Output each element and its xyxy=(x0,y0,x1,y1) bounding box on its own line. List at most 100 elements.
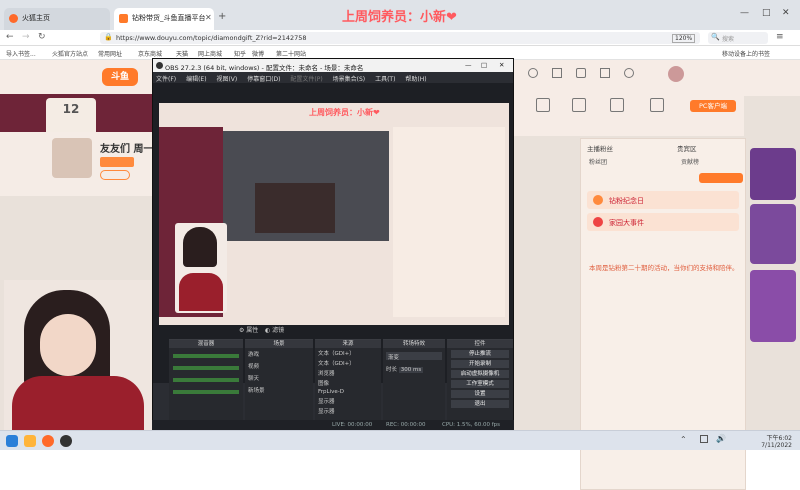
transition-select[interactable]: 渐变 xyxy=(386,352,442,361)
maximize-icon[interactable]: □ xyxy=(762,8,771,18)
minimize-icon[interactable]: — xyxy=(740,8,749,18)
tray-arrow-icon[interactable]: ⌃ xyxy=(680,435,687,444)
stop-streaming-button[interactable]: 停止推流 xyxy=(451,350,509,358)
filters-button[interactable]: ◐ 滤镜 xyxy=(265,325,284,334)
volume-icon[interactable]: 🔊 xyxy=(716,434,726,443)
obs-minimize-icon[interactable]: — xyxy=(465,61,472,69)
bookmark-item[interactable]: 网上商城 xyxy=(198,49,222,58)
bookmark-item[interactable]: 知乎 xyxy=(234,49,246,58)
recharge-button[interactable] xyxy=(699,173,743,183)
cpu-usage: CPU: 1.5%, 60.00 fps xyxy=(442,422,501,428)
panel-header-tab[interactable]: 主播粉丝 xyxy=(587,143,613,153)
settings-button[interactable]: 设置 xyxy=(451,390,509,398)
studio-mode-button[interactable]: 工作室模式 xyxy=(451,380,509,388)
zoom-badge[interactable]: 120% xyxy=(672,34,696,43)
bookmark-item[interactable]: 火狐官方站点 xyxy=(52,49,88,58)
scene-item[interactable]: 视频 xyxy=(245,360,313,372)
history-icon[interactable] xyxy=(528,68,538,78)
scene-item[interactable]: 新场景 xyxy=(245,384,313,396)
new-tab-icon[interactable]: + xyxy=(218,11,226,22)
exit-button[interactable]: 退出 xyxy=(451,400,509,408)
bookmark-item[interactable]: 第二十网站 xyxy=(276,49,306,58)
source-item[interactable]: 浏览器 xyxy=(315,368,381,378)
audio-meter xyxy=(173,378,239,382)
pc-client-button[interactable]: PC客户端 xyxy=(690,100,736,112)
source-item[interactable]: 显示器 xyxy=(315,406,381,416)
rec-timer: REC: 00:00:00 xyxy=(386,422,426,428)
obs-menu-edit[interactable]: 编辑(E) xyxy=(186,76,206,83)
video-icon[interactable] xyxy=(576,68,586,78)
card-events[interactable]: 家园大事件 xyxy=(587,213,739,231)
transitions-title: 转场特效 xyxy=(383,340,445,348)
virtual-camera-button[interactable]: 启动虚拟摄像机 xyxy=(451,370,509,378)
panel-header-tab[interactable]: 贵宾区 xyxy=(677,143,697,153)
panel-tab[interactable]: 贡献榜 xyxy=(681,157,699,166)
message-icon[interactable] xyxy=(600,68,610,78)
obs-menu-docks[interactable]: 停靠窗口(D) xyxy=(247,76,280,83)
back-icon[interactable]: ← xyxy=(6,32,14,42)
source-item[interactable]: 文本（GDI+） xyxy=(315,358,381,368)
tab-firefox-home[interactable]: 火狐主页 xyxy=(4,8,110,30)
obs-maximize-icon[interactable]: □ xyxy=(481,61,487,69)
scene-item[interactable]: 游戏 xyxy=(245,348,313,360)
gift-icon[interactable] xyxy=(536,98,550,112)
controls-title: 控件 xyxy=(447,340,513,348)
menu-icon[interactable]: ≡ xyxy=(776,32,784,42)
duration-input[interactable]: 300 ms xyxy=(398,367,424,373)
live-timer: LIVE: 00:00:00 xyxy=(332,422,373,428)
webcam-overlay xyxy=(4,280,168,430)
settings-icon[interactable] xyxy=(650,98,664,112)
source-item[interactable]: 文本（GDI+） xyxy=(315,348,381,358)
obs-menu-help[interactable]: 帮助(H) xyxy=(405,76,426,83)
douyu-logo-icon[interactable]: 斗鱼 xyxy=(102,68,138,86)
source-item[interactable]: 显示器 xyxy=(315,396,381,406)
source-item[interactable]: 图像 xyxy=(315,378,381,388)
mobile-bookmarks[interactable]: 移动设备上的书签 xyxy=(722,49,770,58)
obs-taskbar-icon[interactable] xyxy=(60,435,72,447)
download-icon[interactable] xyxy=(624,68,634,78)
avatar[interactable] xyxy=(668,66,684,82)
start-recording-button[interactable]: 开始录制 xyxy=(451,360,509,368)
obs-menubar: 文件(F) 编辑(E) 视图(V) 停靠窗口(D) 配置文件(P) 场景集合(S… xyxy=(153,72,513,83)
obs-menu-profile[interactable]: 配置文件(P) xyxy=(290,76,322,83)
scene-item[interactable]: 聊天 xyxy=(245,372,313,384)
follow-icon[interactable] xyxy=(552,68,562,78)
properties-button[interactable]: ⚙ 属性 xyxy=(239,325,258,334)
promo-banner-2[interactable] xyxy=(750,204,796,264)
forward-icon[interactable]: → xyxy=(22,32,30,42)
bookmark-item[interactable]: 天猫 xyxy=(176,49,188,58)
promo-banner-3[interactable] xyxy=(750,270,796,342)
task-icon[interactable] xyxy=(610,98,624,112)
url-field[interactable]: 🔒 https://www.douyu.com/topic/diamondgif… xyxy=(100,32,700,44)
card-anniversary[interactable]: 钻粉纪念日 xyxy=(587,191,739,209)
file-explorer-icon[interactable] xyxy=(24,435,36,447)
windows-start-icon[interactable] xyxy=(6,435,18,447)
bookmark-item[interactable]: 微博 xyxy=(252,49,264,58)
clock[interactable]: 下午6:02 7/11/2022 xyxy=(748,433,792,449)
close-tab-icon[interactable]: ✕ xyxy=(205,13,212,22)
source-item[interactable]: FrpLive-D xyxy=(315,388,381,396)
bookmark-item[interactable]: 导入书签... xyxy=(6,49,36,58)
share-icon[interactable] xyxy=(572,98,586,112)
obs-preview-area[interactable]: 上周饲养员：小新❤ xyxy=(153,83,513,383)
firefox-taskbar-icon[interactable] xyxy=(42,435,54,447)
panel-tab[interactable]: 粉丝团 xyxy=(589,157,607,166)
obs-close-icon[interactable]: ✕ xyxy=(499,61,504,69)
bookmark-item[interactable]: 常用网址 xyxy=(98,49,122,58)
obs-menu-file[interactable]: 文件(F) xyxy=(156,76,176,83)
close-window-icon[interactable]: ✕ xyxy=(782,8,790,18)
reload-icon[interactable]: ↻ xyxy=(38,32,46,42)
obs-menu-view[interactable]: 视图(V) xyxy=(216,76,237,83)
obs-menu-tools[interactable]: 工具(T) xyxy=(375,76,395,83)
follow-button[interactable] xyxy=(100,170,130,180)
bookmark-item[interactable]: 京东商城 xyxy=(138,49,162,58)
sources-dock: 来源 文本（GDI+） 文本（GDI+） 浏览器 图像 FrpLive-D 显示… xyxy=(315,339,381,429)
tab-label: 钻粉带货_斗鱼直播平台 xyxy=(132,14,206,22)
network-icon[interactable] xyxy=(700,435,708,443)
tab-douyu[interactable]: 钻粉带货_斗鱼直播平台 xyxy=(114,8,214,30)
promo-banner-1[interactable] xyxy=(750,148,796,200)
preview-webcam xyxy=(175,223,227,313)
headline: 友友们 周一 xyxy=(100,144,154,155)
search-field[interactable]: 🔍 搜索 xyxy=(708,32,768,44)
obs-menu-scene-collection[interactable]: 场景集合(S) xyxy=(333,76,366,83)
